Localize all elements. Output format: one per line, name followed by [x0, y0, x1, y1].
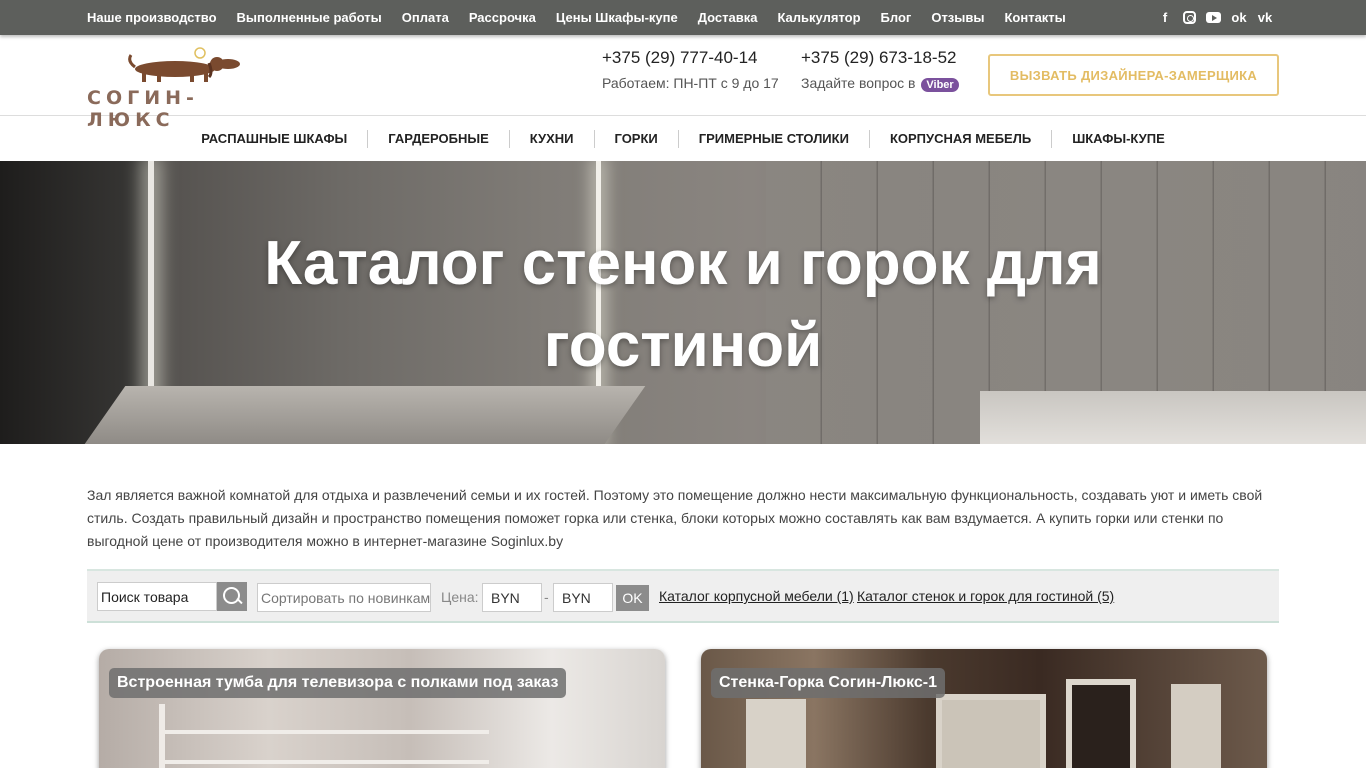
dachshund-logo-icon [128, 47, 240, 82]
topnav-item-payment[interactable]: Оплата [402, 10, 449, 25]
product-card[interactable]: Стенка-Горка Согин-Люкс-1 [701, 649, 1267, 768]
product-shelves [159, 704, 489, 768]
search-icon[interactable] [217, 582, 247, 611]
phone-block-2: +375 (29) 673-18-52 Задайте вопрос в Vib… [801, 48, 959, 92]
facebook-icon[interactable]: f [1157, 10, 1173, 25]
catnav-item-swing-wardrobes[interactable]: РАСПАШНЫЕ ШКАФЫ [181, 129, 369, 148]
viber-prompt-text: Задайте вопрос в [801, 75, 916, 91]
odnoklassniki-icon[interactable]: ok [1231, 10, 1247, 25]
catnav-item-slides[interactable]: ГОРКИ [595, 129, 679, 148]
catnav-item-kitchens[interactable]: КУХНИ [510, 129, 595, 148]
product-cabinet-left [746, 699, 806, 768]
catnav-item-dressing-tables[interactable]: ГРИМЕРНЫЕ СТОЛИКИ [679, 129, 870, 148]
page-title: Каталог стенок и горок для гостиной [0, 223, 1366, 387]
site-header: СОГИН-ЛЮКС +375 (29) 777-40-14 Работаем:… [0, 35, 1366, 131]
category-link-slides[interactable]: Каталог стенок и горок для гостиной (5) [857, 588, 1114, 604]
price-dash: - [544, 589, 549, 605]
viber-icon[interactable]: Viber [921, 78, 959, 92]
call-designer-button[interactable]: ВЫЗВАТЬ ДИЗАЙНЕРА-ЗАМЕРЩИКА [988, 54, 1279, 96]
search-input[interactable]: Поиск товара [97, 582, 217, 611]
instagram-icon[interactable] [1183, 11, 1196, 24]
sort-select[interactable]: Сортировать по новинкам [257, 583, 431, 612]
topnav-item-contacts[interactable]: Контакты [1004, 10, 1065, 25]
topnav-item-reviews[interactable]: Отзывы [931, 10, 984, 25]
topnav-item-blog[interactable]: Блог [881, 10, 912, 25]
page-title-line-2: гостиной [543, 311, 823, 380]
hero-vanity [84, 386, 646, 444]
phone-number-1[interactable]: +375 (29) 777-40-14 [602, 48, 779, 68]
topnav-item-works[interactable]: Выполненные работы [237, 10, 382, 25]
topnav-item-delivery[interactable]: Доставка [698, 10, 758, 25]
topnav-item-prices[interactable]: Цены Шкафы-купе [556, 10, 678, 25]
product-cabinet-glass [1066, 679, 1136, 768]
phone-number-2[interactable]: +375 (29) 673-18-52 [801, 48, 959, 68]
topnav-item-installment[interactable]: Рассрочка [469, 10, 536, 25]
catnav-item-sliding-wardrobes[interactable]: ШКАФЫ-КУПЕ [1052, 130, 1185, 148]
product-card[interactable]: Встроенная тумба для телевизора с полкам… [99, 649, 665, 768]
social-links: f ok vk [1157, 0, 1273, 35]
product-cabinet-right [1171, 684, 1221, 768]
price-from-input[interactable]: BYN [482, 583, 542, 612]
catnav-item-cabinet-furniture[interactable]: КОРПУСНАЯ МЕБЕЛЬ [870, 129, 1053, 148]
topnav-item-production[interactable]: Наше производство [87, 10, 217, 25]
top-nav: Наше производство Выполненные работы Опл… [87, 0, 1086, 35]
price-ok-button[interactable]: OK [616, 585, 649, 611]
catnav-item-dressing-rooms[interactable]: ГАРДЕРОБНЫЕ [368, 129, 510, 148]
top-bar: Наше производство Выполненные работы Опл… [0, 0, 1366, 35]
topnav-item-calculator[interactable]: Калькулятор [777, 10, 860, 25]
product-name[interactable]: Встроенная тумба для телевизора с полкам… [109, 668, 567, 698]
viber-prompt: Задайте вопрос в Viber [801, 75, 959, 92]
vk-icon[interactable]: vk [1257, 10, 1273, 25]
hero-floor [980, 391, 1366, 444]
working-hours: Работаем: ПН-ПТ с 9 до 17 [602, 75, 779, 91]
price-to-input[interactable]: BYN [553, 583, 613, 612]
category-nav: РАСПАШНЫЕ ШКАФЫ ГАРДЕРОБНЫЕ КУХНИ ГОРКИ … [0, 116, 1366, 161]
hero-banner: Каталог стенок и горок для гостиной [0, 161, 1366, 444]
phone-block-1: +375 (29) 777-40-14 Работаем: ПН-ПТ с 9 … [602, 48, 779, 91]
product-name[interactable]: Стенка-Горка Согин-Люкс-1 [711, 668, 945, 698]
category-link-cabinet[interactable]: Каталог корпусной мебели (1) [659, 588, 854, 604]
intro-text: Зал является важной комнатой для отдыха … [87, 487, 1263, 549]
page-title-line-1: Каталог стенок и горок для [264, 229, 1102, 298]
youtube-icon[interactable] [1206, 12, 1221, 23]
product-cabinet-center [936, 694, 1046, 768]
filter-bar: Поиск товара Сортировать по новинкам Цен… [87, 569, 1279, 623]
price-label: Цена: [441, 589, 479, 605]
logo[interactable]: СОГИН-ЛЮКС [87, 47, 282, 131]
